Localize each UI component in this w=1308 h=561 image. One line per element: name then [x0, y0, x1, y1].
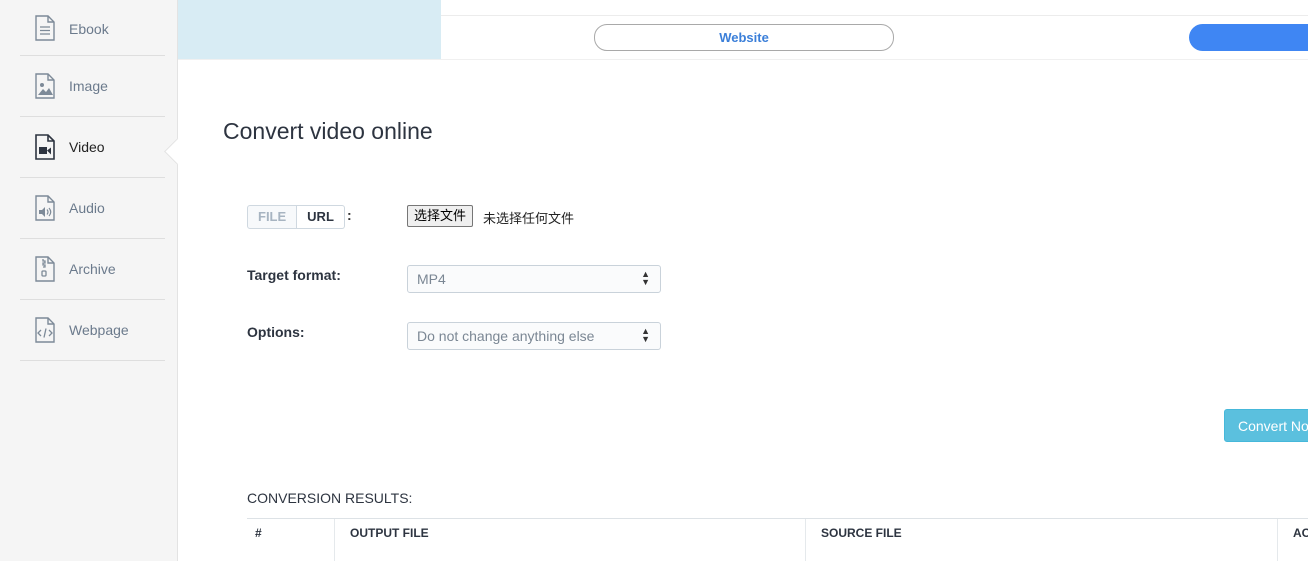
results-divider	[247, 518, 1308, 519]
column-header-source-file: SOURCE FILE	[821, 526, 902, 540]
audio-icon	[35, 195, 55, 221]
column-header-index: #	[255, 526, 262, 540]
sidebar-item-audio[interactable]: Audio	[20, 178, 165, 239]
column-separator	[334, 519, 335, 561]
top-banner-area	[178, 0, 441, 60]
select-arrows-icon: ▲ ▼	[641, 269, 650, 287]
sidebar-item-image[interactable]: Image	[20, 56, 165, 117]
select-arrows-icon: ▲ ▼	[641, 326, 650, 344]
sidebar: Ebook Image Video Audio Archive Webpage	[0, 0, 178, 561]
options-label: Options:	[247, 324, 305, 340]
choose-file-button[interactable]: 选择文件	[407, 205, 474, 227]
source-tabs: FILE URL	[247, 205, 345, 229]
results-title: CONVERSION RESULTS:	[247, 490, 413, 506]
target-format-value: MP4	[417, 271, 446, 287]
sidebar-item-archive[interactable]: Archive	[20, 239, 165, 300]
archive-icon	[35, 256, 55, 282]
image-icon	[35, 73, 55, 99]
sidebar-item-ebook[interactable]: Ebook	[20, 0, 165, 56]
video-icon	[35, 134, 55, 160]
sidebar-item-webpage[interactable]: Webpage	[20, 300, 165, 361]
column-separator	[1277, 519, 1278, 561]
ebook-icon	[35, 15, 55, 41]
sidebar-item-label: Image	[69, 78, 108, 94]
target-format-label: Target format:	[247, 267, 341, 283]
divider	[441, 15, 1308, 16]
webpage-icon	[35, 317, 55, 343]
target-format-select[interactable]: MP4 ▲ ▼	[407, 265, 661, 293]
sidebar-item-label: Webpage	[69, 322, 129, 338]
website-button[interactable]: Website	[594, 24, 894, 51]
column-separator	[805, 519, 806, 561]
page-title: Convert video online	[223, 118, 433, 144]
sidebar-item-label: Video	[69, 139, 105, 155]
tab-url[interactable]: URL	[297, 205, 345, 229]
options-select[interactable]: Do not change anything else ▲ ▼	[407, 322, 661, 350]
sidebar-item-label: Ebook	[69, 21, 109, 37]
tab-file[interactable]: FILE	[247, 205, 298, 229]
options-value: Do not change anything else	[417, 328, 595, 344]
column-header-actions: ACTIONS	[1293, 526, 1308, 540]
source-colon: :	[347, 207, 352, 223]
file-status: 未选择任何文件	[483, 211, 575, 226]
sidebar-item-video[interactable]: Video	[20, 117, 165, 178]
convert-now-button[interactable]: Convert Now	[1224, 409, 1308, 442]
top-action-button[interactable]	[1189, 24, 1308, 51]
sidebar-item-label: Audio	[69, 200, 105, 216]
sidebar-item-label: Archive	[69, 261, 116, 277]
divider	[178, 59, 1308, 60]
column-header-output-file: OUTPUT FILE	[350, 526, 429, 540]
